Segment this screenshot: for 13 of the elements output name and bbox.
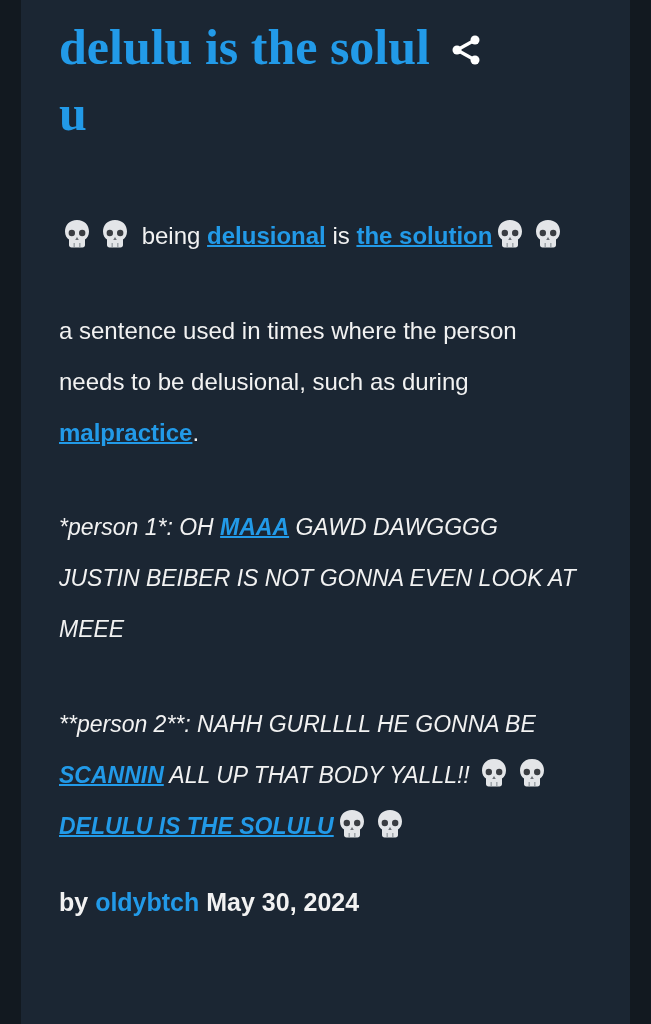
byline: by oldybtch May 30, 2024 <box>59 888 361 917</box>
term-link[interactable]: delusional <box>207 222 326 249</box>
definition-text: a sentence used in times where the person needs to be delusional, such as during malpractice. <box>59 316 518 448</box>
example-text: *person 1*: OH MAAA GAWD DAWGGGG JUSTIN BEIBER IS NOT GONNA EVEN LOOK AT MEEE <box>59 513 578 644</box>
term-link[interactable]: DELULU IS THE SOLULU <box>59 813 334 839</box>
term-link[interactable]: SCANNIN <box>59 762 164 788</box>
term-link[interactable]: the solution <box>356 222 493 249</box>
term-link[interactable]: MAAA <box>220 514 290 540</box>
entry-title[interactable]: delulu is the solul u <box>59 14 430 146</box>
example-text: **person 2**: NAHH GURLLLL HE GONNA BE SCANNIN ALL UP THAT BODY YALLL!! DELULU IS THE SOLULU <box>59 699 580 852</box>
author-link[interactable]: oldybtch <box>95 888 200 916</box>
term-link[interactable]: malpractice <box>59 419 193 446</box>
definition-text: being delusional is the solution <box>59 210 580 261</box>
